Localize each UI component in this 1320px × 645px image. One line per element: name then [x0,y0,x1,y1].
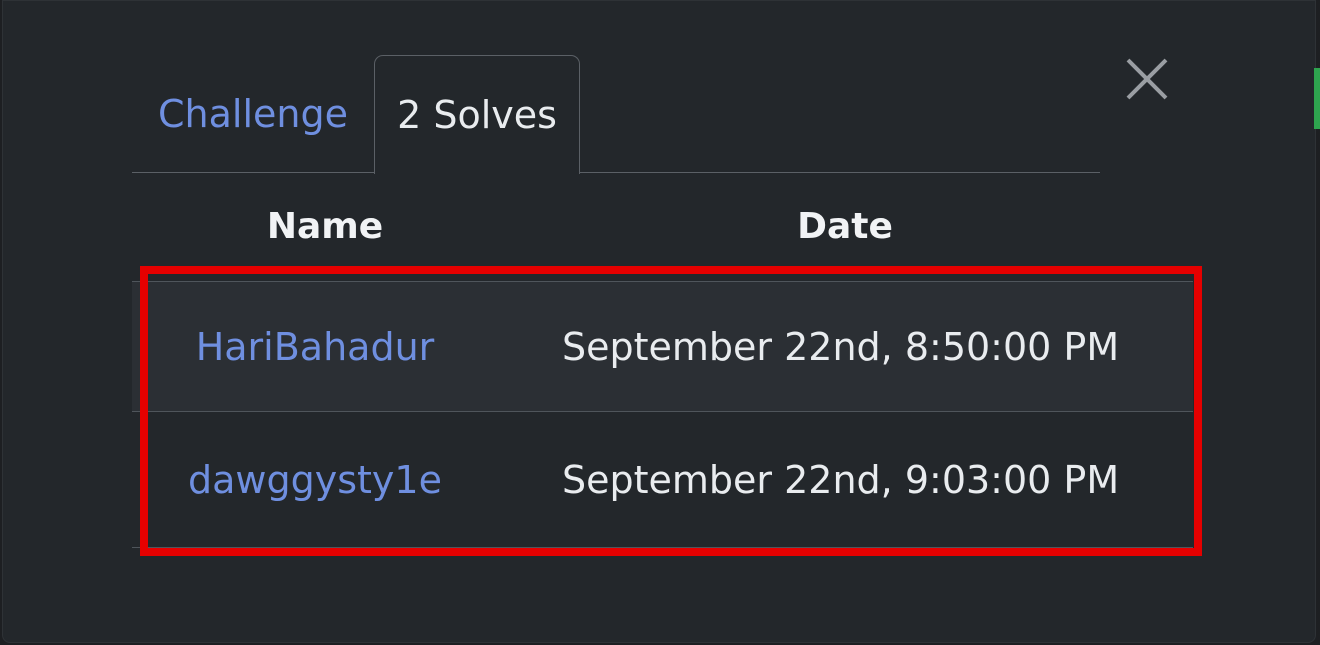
solve-date: September 22nd, 8:50:00 PM [562,324,1120,369]
close-button[interactable] [1121,53,1173,105]
column-header-date: Date [797,205,893,247]
table-row: HariBahadur September 22nd, 8:50:00 PM [132,281,1193,412]
table-row: dawggysty1e September 22nd, 9:03:00 PM [132,412,1193,548]
tab-solves[interactable]: 2 Solves [374,55,580,174]
close-icon [1126,58,1168,100]
solver-name-link[interactable]: HariBahadur [132,282,498,411]
modal-tabs: Challenge 2 Solves [132,55,1100,174]
column-header-name: Name [266,205,384,247]
background-accent-bar [1314,68,1320,129]
solve-date: September 22nd, 9:03:00 PM [562,457,1120,502]
solver-name-link[interactable]: dawggysty1e [132,412,498,547]
tab-challenge[interactable]: Challenge [132,55,374,173]
solves-modal: Challenge 2 Solves Name Date HariBahadur… [2,0,1316,643]
